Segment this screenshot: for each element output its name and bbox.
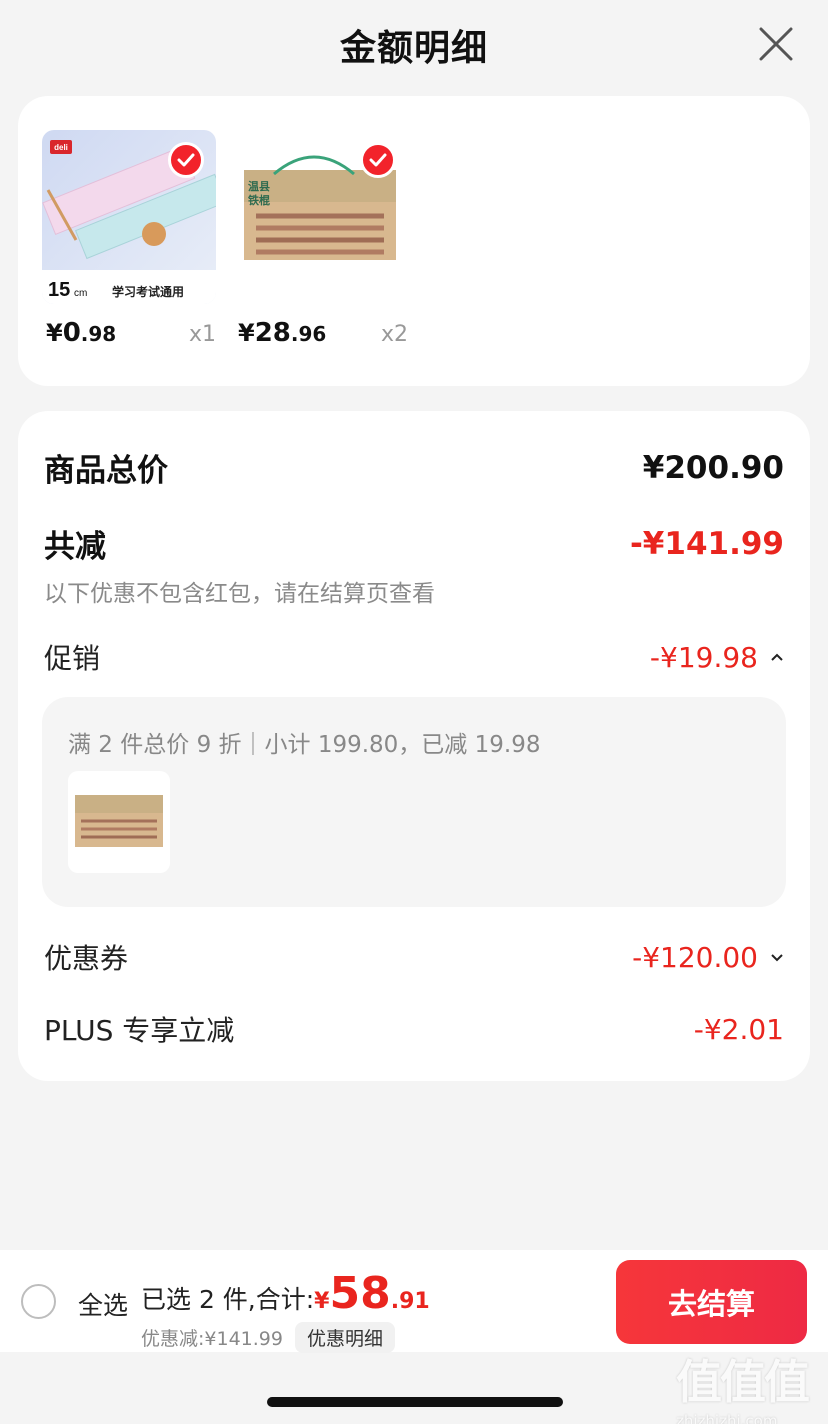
amount-detail-card: 商品总价 ¥200.90 共减 -¥141.99 以下优惠不包含红包，请在结算页… — [18, 411, 810, 1081]
total-price-row: 商品总价 ¥200.90 — [44, 445, 784, 490]
product-card: deli 15 cm 学习考试通用 ¥0.98 x1 温县 铁棍 ¥28.96 … — [18, 96, 810, 386]
product-qty: x2 — [380, 322, 408, 347]
watermark: 值值值 zhizhizhi.com — [676, 1346, 820, 1424]
coupon-row[interactable]: 优惠券 -¥120.00 — [44, 937, 784, 977]
promo-detail-box: 满 2 件总价 9 折｜小计 199.80，已减 19.98 — [42, 697, 786, 907]
total-yen: ¥ — [314, 1289, 330, 1314]
product-price: ¥0.98 — [46, 318, 117, 348]
selected-check-icon[interactable] — [360, 142, 396, 178]
home-indicator — [267, 1397, 563, 1407]
product-qty: x1 — [188, 322, 216, 347]
total-price-value: ¥200.90 — [642, 449, 784, 486]
selected-count: 已选 2 件,合计: — [141, 1285, 315, 1314]
total-dec: .91 — [390, 1289, 430, 1314]
header: 金额明细 — [0, 0, 828, 90]
promo-value-wrap: -¥19.98 — [650, 641, 784, 674]
total-reduce-row: 共减 -¥141.99 — [44, 521, 784, 566]
close-icon — [759, 27, 793, 61]
total-price-label: 商品总价 — [44, 453, 168, 489]
promo-row[interactable]: 促销 -¥19.98 — [44, 637, 784, 677]
chevron-down-icon[interactable] — [770, 952, 784, 962]
product-price: ¥28.96 — [238, 318, 327, 348]
product-image: deli 15 cm 学习考试通用 — [42, 130, 216, 304]
promo-detail-text: 满 2 件总价 9 折｜小计 199.80，已减 19.98 — [68, 732, 541, 758]
product-item[interactable]: 温县 铁棍 ¥28.96 x2 — [234, 130, 408, 348]
selected-check-icon[interactable] — [168, 142, 204, 178]
brand-logo: deli — [54, 143, 68, 152]
total-reduce-value: -¥141.99 — [629, 525, 784, 562]
plus-reduce-row: PLUS 专享立减 -¥2.01 — [44, 1009, 784, 1049]
select-all-label[interactable]: 全选 — [78, 1286, 128, 1322]
discount-line: 优惠减:¥141.99 优惠明细 — [141, 1322, 395, 1353]
order-summary: 已选 2 件,合计: ¥ 58 .91 — [141, 1268, 430, 1319]
coupon-label: 优惠券 — [44, 942, 129, 975]
reduce-note: 以下优惠不包含红包，请在结算页查看 — [44, 581, 435, 607]
watermark-glyphs: 值值值 — [676, 1355, 810, 1409]
plus-reduce-label: PLUS 专享立减 — [44, 1014, 235, 1047]
watermark-url: zhizhizhi.com — [676, 1412, 778, 1424]
product-image: 温县 铁棍 — [234, 130, 408, 304]
promo-product-image[interactable] — [68, 771, 170, 873]
checkout-bar: 全选 已选 2 件,合计: ¥ 58 .91 优惠减:¥141.99 优惠明细 … — [0, 1250, 828, 1353]
svg-text:cm: cm — [74, 288, 87, 299]
plus-reduce-value: -¥2.01 — [693, 1012, 784, 1046]
product-price-row: ¥28.96 x2 — [238, 318, 408, 348]
chevron-up-icon[interactable] — [770, 652, 784, 662]
close-button[interactable] — [758, 26, 794, 62]
svg-text:15: 15 — [48, 279, 70, 301]
discount-detail-button[interactable]: 优惠明细 — [294, 1322, 395, 1353]
coupon-value: -¥120.00 — [632, 940, 758, 974]
total-reduce-label: 共减 — [44, 529, 106, 565]
svg-text:温县: 温县 — [248, 179, 270, 193]
page-title: 金额明细 — [339, 28, 488, 69]
checkout-button[interactable]: 去结算 — [616, 1260, 807, 1344]
svg-text:铁棍: 铁棍 — [248, 193, 270, 207]
coupon-value-wrap: -¥120.00 — [632, 941, 784, 974]
promo-label: 促销 — [44, 642, 101, 675]
select-all-radio[interactable] — [21, 1284, 56, 1319]
promo-value: -¥19.98 — [649, 640, 758, 674]
svg-text:学习考试通用: 学习考试通用 — [112, 284, 184, 299]
total-int: 58 — [329, 1268, 391, 1319]
product-price-row: ¥0.98 x1 — [46, 318, 216, 348]
product-item[interactable]: deli 15 cm 学习考试通用 ¥0.98 x1 — [42, 130, 216, 348]
discount-text: 优惠减:¥141.99 — [141, 1328, 283, 1350]
